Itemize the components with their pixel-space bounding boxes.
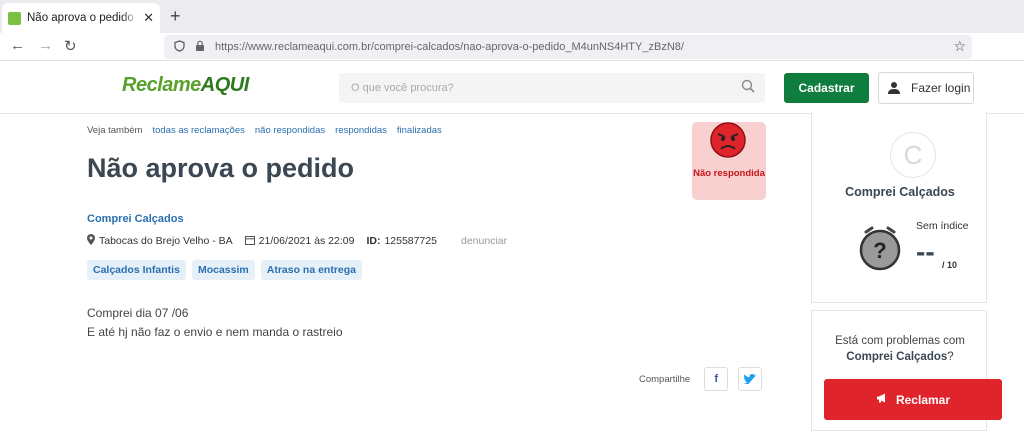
tab-title: Não aprova o pedido - Comprei Calçados (27, 12, 139, 24)
problem-question: Está com problemas com Comprei Calçados? (812, 333, 988, 365)
user-icon (888, 82, 900, 94)
logo-aqui-text: AQUI (200, 74, 250, 96)
reload-icon[interactable]: ↻ (64, 37, 77, 55)
location-text: Tabocas do Brejo Velho - BA (99, 235, 233, 247)
share-bar: Compartilhe f (639, 367, 772, 391)
facebook-share-icon[interactable]: f (704, 367, 729, 391)
site-header: ReclameAQUI O que você procura? Cadastra… (0, 62, 1024, 114)
search-input[interactable]: O que você procura? (339, 73, 765, 103)
tag-item[interactable]: Calçados Infantis (87, 260, 186, 280)
unknown-score-clock-icon: ? (859, 226, 901, 271)
report-link[interactable]: denunciar (461, 235, 507, 247)
complaint-body: Comprei dia 07 /06 E até hj não faz o en… (87, 304, 343, 342)
status-text: Não respondida (693, 168, 765, 179)
register-button[interactable]: Cadastrar (784, 73, 869, 103)
tab-close-icon[interactable]: ✕ (143, 10, 154, 26)
tag-item[interactable]: Mocassim (191, 260, 255, 280)
problem-suffix: ? (947, 351, 954, 363)
logo-reclame-text: Reclame (122, 74, 201, 96)
company-link[interactable]: Comprei Calçados (87, 213, 184, 225)
link-not-answered[interactable]: não respondidas (255, 125, 325, 136)
complain-label: Reclamar (895, 392, 951, 407)
complain-card: Está com problemas com Comprei Calçados?… (811, 310, 1002, 431)
complain-button[interactable]: Reclamar (824, 379, 1002, 420)
browser-tab[interactable]: Não aprova o pedido - Comprei Calçados ✕ (2, 3, 160, 33)
reclameaqui-logo[interactable]: ReclameAQUI (122, 74, 249, 97)
svg-text:?: ? (873, 238, 886, 263)
problem-company-line: Comprei Calçados? (812, 349, 988, 365)
login-button[interactable]: Fazer login (878, 72, 974, 104)
problem-text: Está com problemas com (835, 335, 965, 347)
forward-icon[interactable]: → (38, 37, 53, 54)
browser-tabstrip: Não aprova o pedido - Comprei Calçados ✕… (0, 0, 1024, 33)
search-placeholder: O que você procura? (351, 82, 454, 94)
favicon-icon (8, 11, 21, 25)
datetime-text: 21/06/2021 às 22:09 (258, 235, 355, 247)
search-icon[interactable] (741, 79, 755, 93)
share-label: Compartilhe (639, 373, 691, 385)
new-tab-button[interactable]: + (170, 6, 181, 27)
complaint-meta: Tabocas do Brejo Velho - BA 21/06/2021 à… (87, 234, 507, 248)
tag-item[interactable]: Atraso na entrega (260, 260, 363, 280)
bookmark-star-icon[interactable]: ☆ (953, 38, 966, 55)
body-line: E até hj não faz o envio e nem manda o r… (87, 325, 343, 339)
link-all-complaints[interactable]: todas as reclamações (152, 125, 244, 136)
back-icon[interactable]: ← (10, 37, 25, 54)
address-bar[interactable]: https://www.reclameaqui.com.br/comprei-c… (164, 35, 972, 59)
see-also-bar: Veja também todas as reclamações não res… (87, 125, 442, 136)
link-finished[interactable]: finalizadas (397, 125, 442, 136)
company-card: C Comprei Calçados ? Sem índice -- / 10 (811, 112, 987, 303)
id-value: 125587725 (384, 235, 437, 247)
index-label: Sem índice (916, 220, 969, 232)
page-title: Não aprova o pedido (87, 153, 355, 183)
angry-face-icon (710, 122, 746, 158)
see-also-label: Veja também (87, 125, 143, 136)
company-avatar[interactable]: C (890, 132, 936, 178)
lock-icon (195, 40, 205, 54)
score-denominator: / 10 (942, 260, 958, 270)
megaphone-icon (876, 393, 888, 406)
location-pin-icon (87, 234, 95, 248)
body-line: Comprei dia 07 /06 (87, 306, 189, 320)
score-value: -- (916, 236, 935, 267)
twitter-share-icon[interactable] (738, 367, 763, 391)
browser-navbar: ← → ↻ https://www.reclameaqui.com.br/com… (0, 33, 1024, 61)
shield-icon (174, 39, 185, 55)
id-label: ID: (366, 235, 381, 247)
company-name[interactable]: Comprei Calçados (812, 185, 988, 199)
url-text: https://www.reclameaqui.com.br/comprei-c… (215, 41, 684, 53)
status-badge: Não respondida (692, 122, 766, 200)
link-answered[interactable]: respondidas (335, 125, 387, 136)
calendar-icon (244, 235, 255, 248)
login-label: Fazer login (911, 81, 971, 95)
problem-company: Comprei Calçados (846, 351, 948, 363)
tag-list: Calçados Infantis Mocassim Atraso na ent… (87, 260, 363, 280)
